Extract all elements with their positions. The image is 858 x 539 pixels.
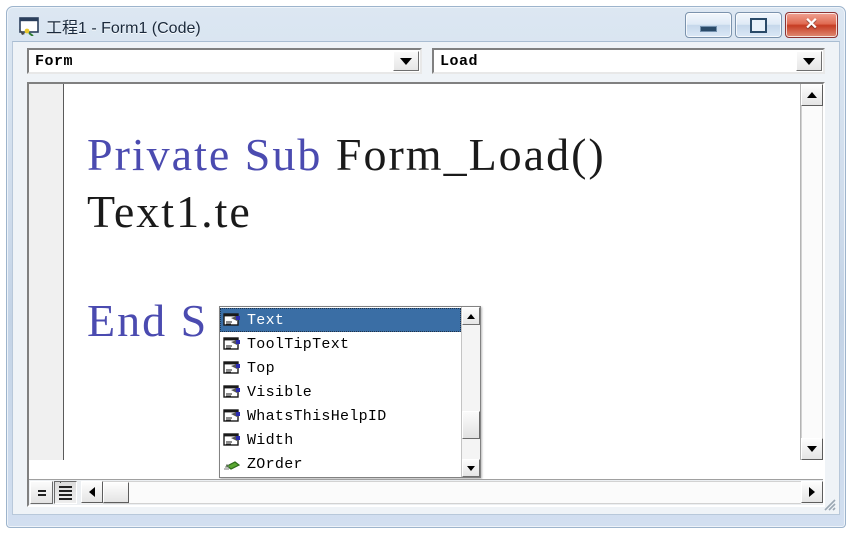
code-window: 工程1 - Form1 (Code) ✕ Form Load Private S… — [6, 6, 846, 528]
property-icon — [223, 384, 240, 398]
method-icon — [224, 460, 241, 470]
property-icon — [223, 408, 240, 422]
minimize-button[interactable] — [685, 12, 732, 38]
close-button[interactable]: ✕ — [785, 12, 838, 38]
list-item[interactable]: Text — [220, 308, 461, 332]
editor-bottom-bar — [29, 479, 823, 505]
code-text: Text1.te — [87, 186, 252, 237]
property-icon — [223, 336, 240, 350]
list-item-label: ToolTipText — [247, 335, 350, 353]
scroll-left-button[interactable] — [81, 481, 103, 503]
list-item-label: Top — [247, 359, 275, 377]
full-module-view-icon — [59, 493, 72, 496]
procedure-view-icon — [37, 489, 46, 492]
procedure-combo-arrow[interactable] — [796, 51, 822, 71]
list-item-label: ZOrder — [247, 455, 303, 473]
full-module-view-icon — [59, 497, 72, 500]
list-item-label: Text — [247, 311, 285, 329]
list-item-label: WhatsThisHelpID — [247, 407, 387, 425]
intellisense-scroll-thumb[interactable] — [462, 411, 480, 439]
scroll-down-button[interactable] — [801, 438, 823, 460]
procedure-view-button[interactable] — [30, 481, 53, 504]
scroll-right-button[interactable] — [801, 481, 823, 503]
list-item-label: Visible — [247, 383, 313, 401]
object-combo-value: Form — [35, 52, 74, 70]
scroll-up-icon — [807, 92, 817, 98]
scroll-down-icon — [467, 465, 475, 471]
chevron-down-icon — [400, 57, 412, 65]
scroll-left-icon — [89, 487, 95, 497]
chevron-down-icon — [803, 57, 815, 65]
procedure-view-icon — [37, 493, 46, 496]
code-text: Form_Load() — [335, 129, 606, 180]
code-editor[interactable]: Private Sub Form_Load() Text1.te End S T… — [27, 82, 825, 507]
property-icon — [223, 432, 240, 446]
list-item[interactable]: Width — [220, 428, 461, 452]
margin-indicator-bar[interactable] — [29, 84, 64, 460]
property-icon — [223, 312, 240, 326]
property-icon — [223, 360, 240, 374]
code-line: Private Sub Form_Load() — [87, 132, 606, 178]
procedure-combo[interactable]: Load — [432, 48, 825, 74]
full-module-view-icon — [59, 485, 72, 488]
resize-grip-icon[interactable] — [821, 496, 837, 512]
code-line: End S — [87, 298, 208, 344]
intellisense-scroll-down-button[interactable] — [462, 459, 480, 477]
close-icon: ✕ — [804, 16, 819, 33]
code-keyword: End S — [87, 295, 209, 346]
intellisense-scroll-up-button[interactable] — [462, 307, 480, 325]
vb-code-window-icon — [19, 17, 39, 36]
list-item[interactable]: ToolTipText — [220, 332, 461, 356]
procedure-combo-value: Load — [440, 52, 479, 70]
list-item[interactable]: Visible — [220, 380, 461, 404]
horizontal-scroll-track[interactable] — [103, 481, 801, 504]
list-item[interactable]: Top — [220, 356, 461, 380]
scroll-down-icon — [807, 446, 817, 452]
vertical-scroll-track[interactable] — [801, 106, 823, 438]
maximize-button[interactable] — [735, 12, 782, 38]
code-line: Text1.te — [87, 189, 252, 235]
intellisense-list[interactable]: Text ToolTipText Top Visible WhatsThisHe… — [220, 307, 461, 477]
list-item[interactable]: ZOrder — [220, 452, 461, 476]
object-combo-arrow[interactable] — [393, 51, 419, 71]
full-module-view-icon — [59, 489, 72, 492]
maximize-icon — [750, 17, 767, 33]
list-item-label: Width — [247, 431, 294, 449]
horizontal-scroll-thumb[interactable] — [103, 482, 129, 503]
window-title: 工程1 - Form1 (Code) — [46, 20, 201, 37]
object-combo[interactable]: Form — [27, 48, 422, 74]
title-bar[interactable]: 工程1 - Form1 (Code) ✕ — [12, 11, 840, 41]
window-controls: ✕ — [685, 12, 838, 38]
scroll-up-icon — [467, 313, 475, 319]
client-area: Form Load Private Sub Form_Load() Text1.… — [12, 41, 840, 515]
combo-bar: Form Load — [13, 42, 839, 80]
scroll-up-button[interactable] — [801, 84, 823, 106]
intellisense-popup[interactable]: Text ToolTipText Top Visible WhatsThisHe… — [219, 306, 481, 478]
intellisense-scrollbar[interactable] — [461, 307, 480, 477]
scroll-right-icon — [809, 487, 815, 497]
editor-horizontal-scrollbar[interactable] — [81, 481, 823, 504]
code-keyword: Private Sub — [87, 129, 336, 180]
list-item[interactable]: WhatsThisHelpID — [220, 404, 461, 428]
full-module-view-button[interactable] — [54, 481, 77, 504]
minimize-icon — [700, 25, 717, 32]
editor-vertical-scrollbar[interactable] — [800, 84, 823, 460]
